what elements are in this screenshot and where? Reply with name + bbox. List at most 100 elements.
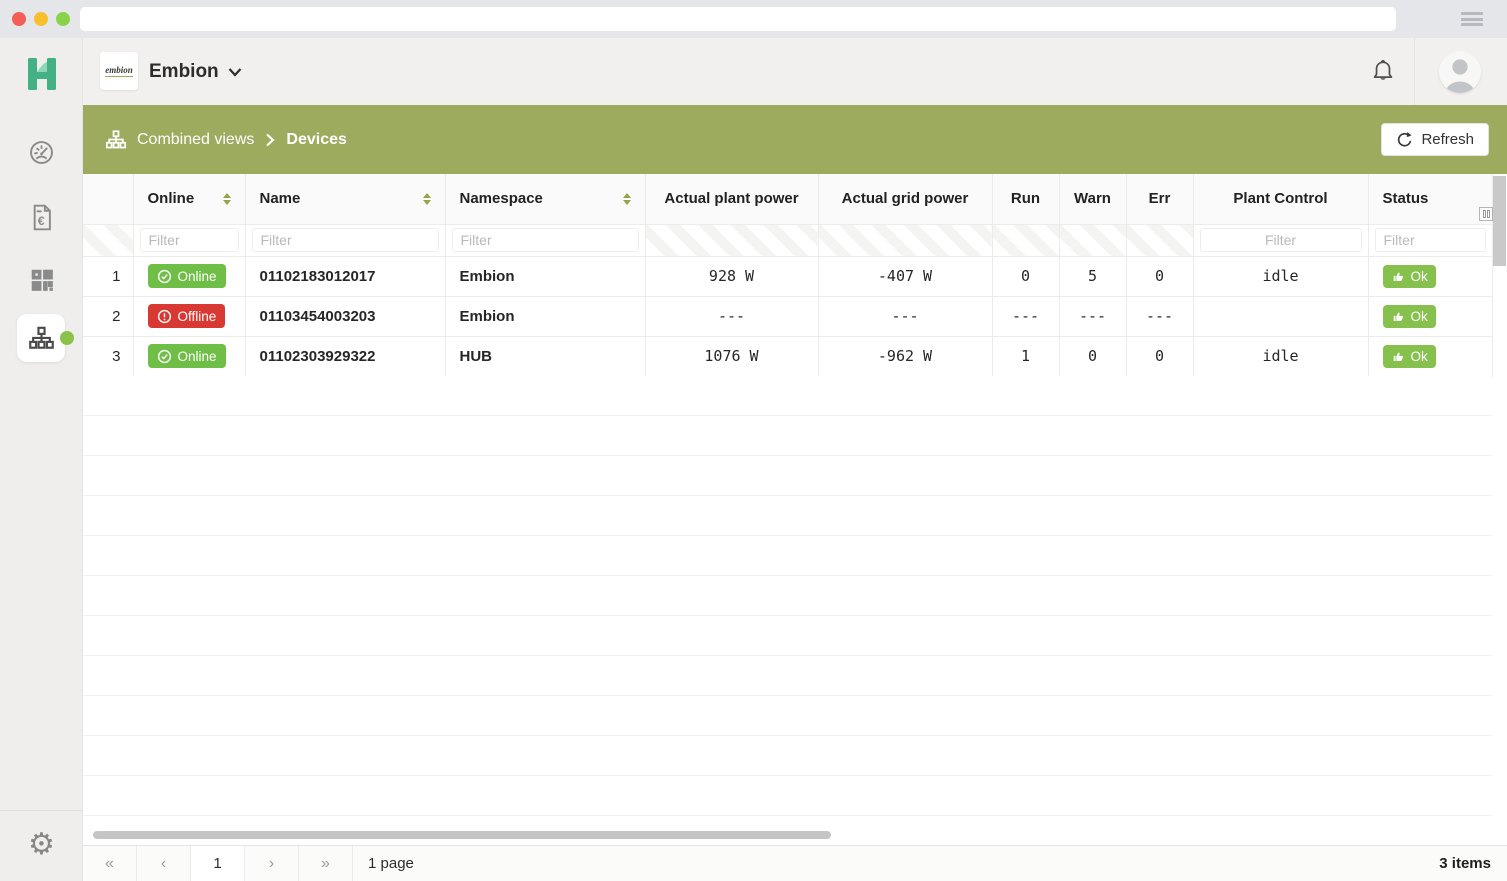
warn-value: 5: [1059, 256, 1126, 296]
status-label: Ok: [1411, 349, 1428, 364]
avatar[interactable]: [1439, 51, 1481, 93]
thumbs-up-icon: [1391, 350, 1405, 363]
warn-value: 0: [1059, 336, 1126, 376]
status-badge: Ok: [1383, 345, 1436, 368]
col-plant-control: Plant Control: [1193, 174, 1368, 224]
app-header: embion Embion: [83, 38, 1507, 105]
filter-name-input[interactable]: [252, 228, 439, 252]
filter-namespace-input[interactable]: [452, 228, 639, 252]
col-warn: Warn: [1059, 174, 1126, 224]
org-logo[interactable]: embion: [100, 52, 138, 90]
sidebar-divider: [0, 810, 83, 811]
header-row: Online Name Namespace Actual plant power…: [83, 174, 1492, 224]
table-row[interactable]: 1 Online 01102183012017 Embion 928 W -40…: [83, 256, 1492, 296]
check-circle-icon: [157, 349, 172, 364]
notifications-button[interactable]: [1351, 38, 1415, 105]
online-label: Offline: [178, 309, 217, 324]
minimize-window-button[interactable]: [34, 12, 48, 26]
last-page-button[interactable]: »: [299, 846, 353, 881]
vertical-scrollbar[interactable]: [1492, 174, 1507, 825]
first-page-button[interactable]: «: [83, 846, 137, 881]
grid-icon: [29, 267, 55, 293]
row-number: 1: [83, 256, 133, 296]
device-name: 01103454003203: [245, 296, 445, 336]
horizontal-scrollbar-thumb[interactable]: [93, 831, 831, 839]
devices-table-area: Online Name Namespace Actual plant power…: [83, 174, 1507, 825]
prev-page-button[interactable]: ‹: [137, 846, 191, 881]
close-window-button[interactable]: [12, 12, 26, 26]
hierarchy-icon: [105, 129, 127, 151]
sidebar: € ⚙: [0, 38, 83, 881]
next-page-button[interactable]: ›: [245, 846, 299, 881]
col-online[interactable]: Online: [133, 174, 245, 224]
pagination-bar: « ‹ 1 › » 1 page 3 items: [83, 845, 1507, 881]
run-value: 1: [992, 336, 1059, 376]
online-label: Online: [178, 269, 217, 284]
breadcrumb-combined-views[interactable]: Combined views: [137, 131, 254, 149]
sidebar-item-dashboard[interactable]: [0, 132, 83, 172]
col-namespace-label: Namespace: [460, 190, 543, 207]
gear-icon[interactable]: ⚙: [0, 824, 83, 866]
col-name[interactable]: Name: [245, 174, 445, 224]
col-namespace[interactable]: Namespace: [445, 174, 645, 224]
plant-control-value: idle: [1193, 336, 1368, 376]
filter-online-input[interactable]: [140, 228, 239, 252]
plant-control-value: [1193, 296, 1368, 336]
sort-icon[interactable]: [223, 193, 231, 205]
col-name-label: Name: [260, 190, 301, 207]
plant-power-value: ---: [645, 296, 818, 336]
status-badge: Ok: [1383, 265, 1436, 288]
horizontal-scrollbar[interactable]: [83, 825, 1507, 845]
devices-status-dot: [60, 331, 74, 345]
err-value: ---: [1126, 296, 1193, 336]
org-switcher[interactable]: Embion: [149, 38, 242, 105]
err-value: 0: [1126, 256, 1193, 296]
filter-status-input[interactable]: [1375, 228, 1486, 252]
device-name: 01102303929322: [245, 336, 445, 376]
table-row[interactable]: 2 Offline 01103454003203 Embion --- --- …: [83, 296, 1492, 336]
app-window: € ⚙ embion: [0, 0, 1507, 881]
devices-table: Online Name Namespace Actual plant power…: [83, 174, 1493, 377]
col-run: Run: [992, 174, 1059, 224]
sort-icon[interactable]: [623, 193, 631, 205]
online-label: Online: [178, 349, 217, 364]
filter-disabled-cell: [1126, 224, 1193, 256]
col-status: Status: [1368, 174, 1492, 224]
breadcrumb: Combined views Devices: [105, 105, 347, 174]
status-label: Ok: [1411, 269, 1428, 284]
filter-disabled-cell: [83, 224, 133, 256]
run-value: ---: [992, 296, 1059, 336]
vertical-scrollbar-thumb[interactable]: [1493, 176, 1506, 266]
sort-icon[interactable]: [423, 193, 431, 205]
refresh-label: Refresh: [1421, 131, 1474, 148]
page-count-label: 1 page: [353, 846, 414, 881]
col-online-label: Online: [148, 190, 195, 207]
row-number: 3: [83, 336, 133, 376]
current-page-button[interactable]: 1: [191, 846, 245, 881]
thumbs-up-icon: [1391, 310, 1405, 323]
refresh-button[interactable]: Refresh: [1381, 123, 1489, 156]
items-count-label: 3 items: [1439, 846, 1507, 881]
bell-icon: [1370, 58, 1396, 86]
sidebar-item-apps[interactable]: [0, 260, 83, 300]
hierarchy-icon: [28, 325, 55, 352]
browser-menu-icon[interactable]: [1461, 12, 1483, 26]
warn-value: ---: [1059, 296, 1126, 336]
grid-power-value: -962 W: [818, 336, 992, 376]
table-row[interactable]: 3 Online 01102303929322 HUB 1076 W -962 …: [83, 336, 1492, 376]
document-euro-icon: €: [29, 204, 55, 231]
app-logo[interactable]: [0, 52, 83, 96]
device-name: 01102183012017: [245, 256, 445, 296]
column-settings-button[interactable]: [1479, 207, 1493, 221]
maximize-window-button[interactable]: [56, 12, 70, 26]
address-bar[interactable]: [80, 7, 1396, 31]
sidebar-item-billing[interactable]: €: [0, 197, 83, 237]
filter-plant-control-input[interactable]: [1200, 228, 1362, 252]
brand-h-icon: [25, 56, 59, 92]
col-actual-plant-power: Actual plant power: [645, 174, 818, 224]
offline-badge: Offline: [148, 304, 226, 328]
filter-disabled-cell: [818, 224, 992, 256]
plant-power-value: 928 W: [645, 256, 818, 296]
col-err: Err: [1126, 174, 1193, 224]
sidebar-item-devices[interactable]: [17, 314, 65, 362]
